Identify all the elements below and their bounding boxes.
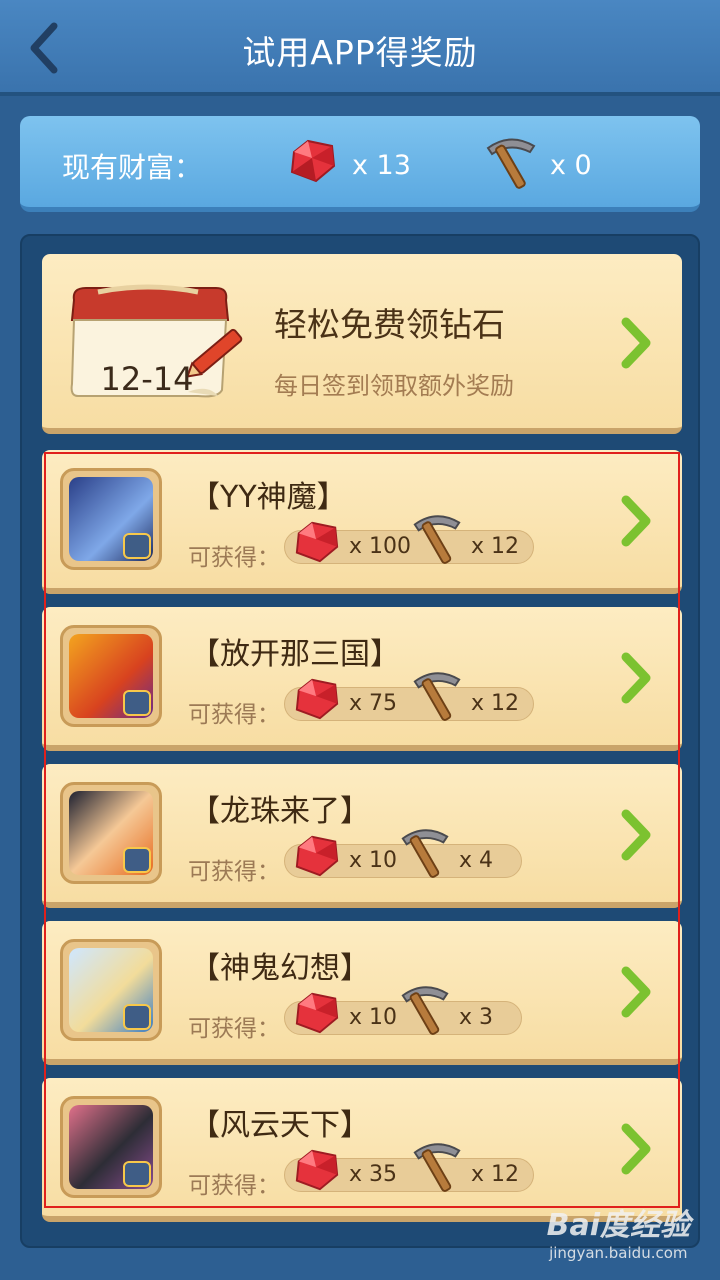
pickaxe-icon [413, 1143, 461, 1192]
pickaxe-icon [486, 138, 536, 189]
signin-subtitle: 每日签到领取额外奖励 [274, 372, 514, 400]
top-bar: 试用APP得奖励 [0, 0, 720, 96]
chevron-right-icon [621, 809, 651, 861]
game-icon [60, 625, 162, 727]
pickaxe-icon [401, 829, 449, 878]
reward-pill: x 35 x 12 [284, 1143, 534, 1192]
chevron-right-icon [621, 652, 651, 704]
chevron-right-icon [621, 966, 651, 1018]
game-art [69, 477, 153, 561]
game-title: 【龙珠来了】 [190, 794, 370, 829]
game-art [69, 1105, 153, 1189]
game-title: 【神鬼幻想】 [190, 951, 370, 986]
wealth-bar: 现有财富： x 13 x 0 [20, 116, 700, 212]
chevron-right-icon [621, 1123, 651, 1175]
diamond-icon [290, 139, 336, 183]
diamond-count: x 13 [352, 150, 411, 181]
reward-diamond-count: x 75 [349, 691, 398, 716]
daily-signin-card[interactable]: 12-14 轻松免费领钻石 每日签到领取额外奖励 [42, 254, 682, 434]
reward-diamond-count: x 10 [349, 1005, 398, 1030]
reward-label: 可获得： [188, 545, 280, 571]
pickaxe-count: x 0 [550, 150, 592, 181]
reward-pill: x 10 x 4 [284, 829, 522, 878]
game-icon [60, 939, 162, 1041]
chevron-right-icon [621, 495, 651, 547]
reward-label: 可获得： [188, 702, 280, 728]
reward-diamond-count: x 100 [349, 534, 412, 559]
game-icon [60, 468, 162, 570]
signin-title: 轻松免费领钻石 [274, 305, 505, 344]
diamond-icon [295, 521, 339, 563]
diamond-icon [295, 992, 339, 1034]
reward-pill: x 100 x 12 [284, 515, 534, 564]
game-icon [60, 782, 162, 884]
reward-pill: x 10 x 3 [284, 986, 522, 1035]
reward-label: 可获得： [188, 859, 280, 885]
game-card[interactable]: 【放开那三国】 可获得： x 75 x 12 [42, 607, 682, 751]
reward-diamond-count: x 35 [349, 1162, 398, 1187]
reward-pickaxe-count: x 12 [471, 1162, 520, 1187]
game-card[interactable]: 【龙珠来了】 可获得： x 10 x 4 [42, 764, 682, 908]
watermark-url: jingyan.baidu.com [549, 1244, 688, 1262]
baidu-watermark: Bai度经验 jingyan.baidu.com [547, 1200, 690, 1262]
page-title: 试用APP得奖励 [242, 33, 478, 72]
reward-pickaxe-count: x 3 [459, 1005, 494, 1030]
game-badge-icon [123, 1161, 151, 1187]
reward-pill: x 75 x 12 [284, 672, 534, 721]
diamond-icon [295, 678, 339, 720]
reward-label: 可获得： [188, 1173, 280, 1199]
chevron-right-icon [621, 317, 651, 369]
game-title: 【YY神魔】 [190, 480, 347, 515]
signin-date: 12-14 [100, 360, 194, 398]
reward-pickaxe-count: x 12 [471, 534, 520, 559]
reward-diamond-count: x 10 [349, 848, 398, 873]
game-art [69, 634, 153, 718]
game-badge-icon [123, 690, 151, 716]
game-title: 【放开那三国】 [190, 637, 400, 672]
game-badge-icon [123, 847, 151, 873]
game-badge-icon [123, 1004, 151, 1030]
task-panel: 12-14 轻松免费领钻石 每日签到领取额外奖励 【YY神魔】 可获得： x 1… [20, 234, 700, 1248]
game-badge-icon [123, 533, 151, 559]
pickaxe-icon [413, 515, 461, 564]
reward-pickaxe-count: x 12 [471, 691, 520, 716]
game-art [69, 791, 153, 875]
game-card[interactable]: 【YY神魔】 可获得： x 100 x 12 [42, 450, 682, 594]
diamond-icon [295, 835, 339, 877]
pickaxe-icon [401, 986, 449, 1035]
game-title: 【风云天下】 [190, 1108, 370, 1143]
game-card[interactable]: 【神鬼幻想】 可获得： x 10 x 3 [42, 921, 682, 1065]
pickaxe-icon [413, 672, 461, 721]
wealth-label: 现有财富： [62, 151, 203, 184]
reward-pickaxe-count: x 4 [459, 848, 494, 873]
reward-label: 可获得： [188, 1016, 280, 1042]
watermark-main: Bai度经验 [546, 1208, 690, 1243]
diamond-icon [295, 1149, 339, 1191]
game-art [69, 948, 153, 1032]
game-icon [60, 1096, 162, 1198]
